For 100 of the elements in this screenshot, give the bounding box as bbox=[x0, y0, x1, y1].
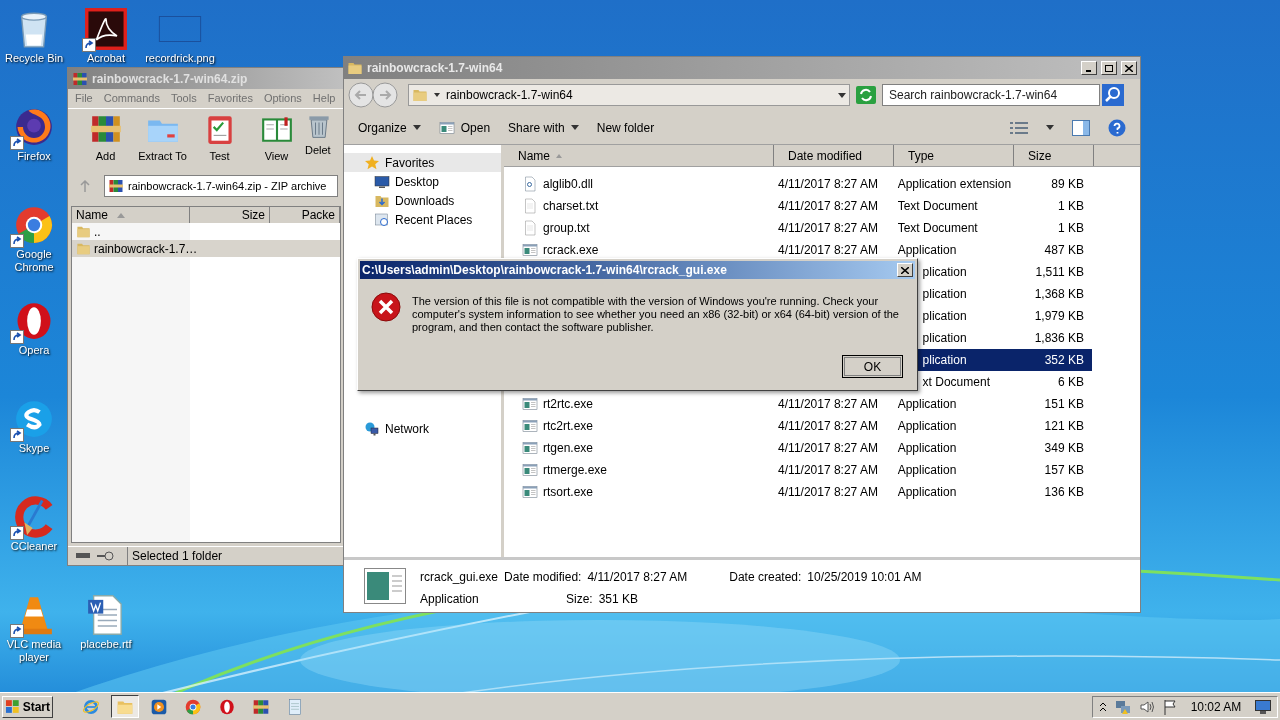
drive-icon bbox=[76, 552, 92, 560]
file-name: group.txt bbox=[543, 220, 590, 237]
size-text: 1,368 KB bbox=[1034, 286, 1084, 303]
file-row[interactable]: charset.txt 4/11/2017 8:27 AM Text Document 1 KB bbox=[504, 195, 1092, 217]
column-header[interactable]: Size bbox=[1014, 145, 1094, 166]
nav-item[interactable]: Downloads bbox=[344, 191, 501, 210]
folder-icon bbox=[347, 60, 363, 76]
toolbar-button[interactable]: Add bbox=[77, 112, 134, 165]
toolbar-button[interactable]: Share with bbox=[508, 118, 579, 137]
toolbar-button[interactable]: Organize bbox=[358, 118, 421, 137]
size-text: 1 KB bbox=[1057, 198, 1084, 215]
settings-file-icon bbox=[522, 176, 538, 192]
key-icon bbox=[96, 551, 114, 561]
nav-item[interactable]: Desktop bbox=[344, 172, 501, 191]
close-button[interactable] bbox=[1121, 61, 1137, 75]
application-icon bbox=[522, 396, 538, 412]
desktop-icon-label[interactable]: Opera bbox=[18, 344, 50, 357]
toolbar-button[interactable]: Extract To bbox=[134, 112, 191, 165]
desktop-icon-label[interactable]: recordrick.png bbox=[145, 52, 215, 65]
folder-icon bbox=[412, 87, 428, 103]
archive-row[interactable]: rainbowcrack-1.7… bbox=[72, 240, 340, 257]
file-row[interactable]: rtmerge.exe 4/11/2017 8:27 AM Application 157 KB bbox=[504, 459, 1092, 481]
desktop-icon-label[interactable]: Firefox bbox=[17, 150, 51, 163]
desktop-icon-label[interactable]: Acrobat bbox=[87, 52, 125, 65]
type-text: xt Document bbox=[922, 375, 990, 389]
show-desktop-icon[interactable] bbox=[1255, 699, 1271, 714]
maximize-button[interactable] bbox=[1101, 61, 1117, 75]
file-row[interactable]: rtsort.exe 4/11/2017 8:27 AM Application 136 KB bbox=[504, 481, 1092, 503]
file-name: rcrack.exe bbox=[543, 242, 599, 259]
size-text: 121 KB bbox=[1044, 418, 1084, 435]
archive-books-icon bbox=[252, 697, 270, 716]
speaker-icon[interactable] bbox=[1139, 698, 1155, 715]
file-name: alglib0.dll bbox=[543, 176, 594, 193]
folder-icon bbox=[76, 241, 91, 256]
desktop-icon-label[interactable]: Google Chrome bbox=[2, 248, 66, 274]
type-text: Application bbox=[897, 441, 957, 455]
toolbar-button[interactable]: Test bbox=[191, 112, 248, 165]
toolbar-button[interactable]: Open bbox=[438, 118, 491, 137]
browser-icon bbox=[82, 697, 100, 716]
date-text: 4/11/2017 8:27 AM bbox=[778, 243, 878, 257]
toolbar-button[interactable]: View bbox=[248, 112, 305, 165]
file-row[interactable]: rtc2rt.exe 4/11/2017 8:27 AM Application 121 KB bbox=[504, 415, 1092, 437]
preview-pane-icon[interactable] bbox=[1072, 119, 1090, 136]
toolbar-button[interactable]: Delet bbox=[305, 112, 335, 159]
type-text: Text Document bbox=[897, 221, 978, 235]
chevron-up-icon[interactable] bbox=[1099, 701, 1107, 712]
file-type: Application bbox=[420, 591, 480, 608]
size-text: 1,511 KB bbox=[1035, 264, 1084, 281]
search-icon[interactable] bbox=[1102, 84, 1124, 106]
file-name: rtmerge.exe bbox=[543, 462, 608, 479]
desktop-icon-label[interactable]: Recycle Bin bbox=[4, 52, 64, 65]
error-message: The version of this file is not compatible with the version of Windows you're running. Check your computer's system information to see whether you need an x86 (32-bit) or x64 (64-bit) version of the program, and then contact the software publisher. bbox=[412, 294, 900, 334]
minimize-button[interactable] bbox=[1081, 61, 1097, 75]
column-header[interactable]: Date modified bbox=[774, 145, 894, 166]
toolbar-button[interactable]: New folder bbox=[596, 118, 655, 137]
network-icon[interactable] bbox=[1115, 698, 1131, 715]
file-row[interactable]: group.txt 4/11/2017 8:27 AM Text Document 1 KB bbox=[504, 217, 1092, 239]
archive-books-icon bbox=[72, 70, 88, 87]
start-button[interactable]: Start bbox=[2, 695, 53, 718]
caret-icon bbox=[1046, 125, 1054, 130]
application-icon bbox=[522, 418, 538, 434]
type-text: plication bbox=[922, 309, 967, 323]
type-text: Text Document bbox=[897, 199, 978, 213]
monitor-icon bbox=[374, 173, 390, 190]
flag-icon[interactable] bbox=[1163, 698, 1177, 715]
size-text: 89 KB bbox=[1051, 176, 1084, 193]
type-text: plication bbox=[922, 287, 967, 301]
sort-arrow-icon bbox=[556, 153, 562, 158]
taskbar-app[interactable] bbox=[111, 695, 139, 718]
date-text: 4/11/2017 8:27 AM bbox=[778, 441, 878, 455]
archive-books-icon bbox=[108, 178, 124, 194]
file-row[interactable]: rcrack.exe 4/11/2017 8:27 AM Application 487 KB bbox=[504, 239, 1092, 261]
address-bar[interactable]: rainbowcrack-1.7-win64 bbox=[408, 84, 850, 106]
ok-button[interactable]: OK bbox=[842, 355, 903, 378]
caret-icon bbox=[838, 92, 846, 98]
column-header[interactable]: Name bbox=[504, 145, 774, 166]
file-row[interactable]: rtgen.exe 4/11/2017 8:27 AM Application 349 KB bbox=[504, 437, 1092, 459]
window-title: rainbowcrack-1.7-win64.zip bbox=[92, 70, 248, 88]
column-header[interactable]: Type bbox=[894, 145, 1014, 166]
view-options-icon[interactable] bbox=[1010, 120, 1028, 135]
windows-logo-icon bbox=[5, 698, 21, 715]
nav-item[interactable]: Network bbox=[344, 419, 501, 438]
size-text: 157 KB bbox=[1044, 462, 1084, 479]
nav-item[interactable]: Recent Places bbox=[344, 210, 501, 229]
type-text: Application extension bbox=[897, 177, 1012, 191]
file-name: rt2rtc.exe bbox=[543, 396, 593, 413]
archive-row[interactable]: .. bbox=[72, 223, 340, 240]
browser-icon bbox=[218, 697, 236, 716]
sort-arrow-icon bbox=[117, 212, 125, 218]
path-field[interactable]: rainbowcrack-1.7-win64.zip - ZIP archive bbox=[104, 175, 338, 197]
file-row[interactable]: rt2rtc.exe 4/11/2017 8:27 AM Application 151 KB bbox=[504, 393, 1092, 415]
file-row[interactable]: alglib0.dll 4/11/2017 8:27 AM Application extension 89 KB bbox=[504, 173, 1092, 195]
help-icon[interactable] bbox=[1108, 118, 1126, 137]
window-title: rainbowcrack-1.7-win64 bbox=[367, 60, 504, 77]
refresh-icon[interactable] bbox=[856, 86, 876, 104]
type-text: Application bbox=[897, 397, 957, 411]
notepad-icon bbox=[286, 697, 304, 716]
search-field[interactable]: Search rainbowcrack-1.7-win64 bbox=[882, 84, 1100, 106]
close-button[interactable] bbox=[897, 263, 913, 277]
type-text: plication bbox=[922, 353, 967, 367]
